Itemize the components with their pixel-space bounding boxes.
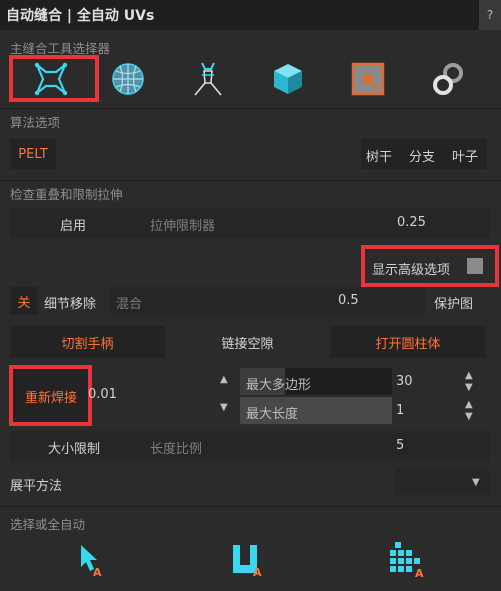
- reweld-highlight: [9, 365, 92, 426]
- pelt-button[interactable]: PELT: [10, 139, 56, 169]
- svg-text:A: A: [253, 566, 262, 577]
- reweld-value[interactable]: 0.01: [88, 387, 117, 402]
- increase-arrow-icon[interactable]: ▲: [465, 370, 473, 381]
- increase-arrow-icon[interactable]: ▲: [465, 399, 473, 410]
- max-polygon-label: 最大多边形: [246, 378, 312, 393]
- figure-icon[interactable]: [183, 57, 233, 101]
- advanced-highlight: [361, 245, 499, 287]
- blend-label: 混合: [116, 297, 143, 312]
- decrease-arrow-icon[interactable]: ▼: [220, 402, 228, 413]
- divider: [0, 506, 501, 507]
- title-bar: 自动缝合 | 全自动 UVs ?: [0, 0, 501, 30]
- svg-text:A: A: [93, 566, 102, 577]
- trunk-option[interactable]: 树干: [366, 146, 392, 165]
- section-overlap: 检查重叠和限制拉伸: [10, 187, 123, 202]
- cut-handle-button[interactable]: 切割手柄: [10, 326, 165, 358]
- leaf-option[interactable]: 叶子: [452, 146, 478, 165]
- decrease-arrow-icon[interactable]: ▼: [465, 382, 473, 393]
- unfold-shape-icon[interactable]: A: [222, 537, 272, 581]
- link-icon[interactable]: [423, 57, 473, 101]
- detail-remove-label: 细节移除: [44, 297, 97, 312]
- sphere-icon[interactable]: [103, 57, 153, 101]
- length-ratio-value[interactable]: 5: [396, 438, 404, 453]
- length-ratio-label: 长度比例: [150, 442, 203, 457]
- increase-arrow-icon[interactable]: ▲: [220, 374, 228, 385]
- point-box-icon[interactable]: [343, 57, 393, 101]
- section-select-auto: 选择或全自动: [10, 517, 86, 532]
- svg-text:A: A: [415, 567, 424, 578]
- max-polygon-value[interactable]: 30: [396, 374, 413, 389]
- blend-field[interactable]: [110, 287, 425, 315]
- section-algorithm: 算法选项: [10, 115, 61, 130]
- decrease-arrow-icon[interactable]: ▼: [465, 411, 473, 422]
- link-gap-button[interactable]: 链接空隙: [170, 326, 325, 358]
- select-cursor-icon[interactable]: A: [65, 537, 115, 581]
- size-limit-toggle[interactable]: 大小限制: [48, 438, 100, 457]
- stretch-limiter-label: 拉伸限制器: [150, 219, 216, 234]
- detail-off-toggle[interactable]: 关: [10, 287, 38, 315]
- unfold-method-label: 展平方法: [10, 479, 63, 494]
- stretch-limiter-value[interactable]: 0.25: [397, 215, 426, 230]
- branch-option[interactable]: 分支: [409, 146, 435, 165]
- divider: [0, 108, 501, 109]
- panel-title: 自动缝合 | 全自动 UVs: [6, 8, 155, 24]
- divider: [0, 180, 501, 181]
- blend-value: 0.5: [338, 293, 359, 308]
- grid-pack-icon[interactable]: A: [382, 537, 432, 581]
- max-length-value[interactable]: 1: [396, 403, 404, 418]
- protect-map-button[interactable]: 保护图: [434, 293, 473, 312]
- max-length-label: 最大长度: [246, 407, 299, 422]
- chevron-down-icon[interactable]: ▼: [472, 477, 480, 488]
- enable-toggle[interactable]: 启用: [60, 215, 86, 234]
- cube-icon[interactable]: [263, 57, 313, 101]
- help-button[interactable]: ?: [479, 0, 501, 30]
- auto-seam-panel: 自动缝合 | 全自动 UVs ? 主缝合工具选择器 算法选项 PELT 树干 分…: [0, 0, 501, 591]
- selected-tool-highlight: [9, 55, 99, 102]
- open-cylinder-button[interactable]: 打开圆柱体: [330, 326, 486, 358]
